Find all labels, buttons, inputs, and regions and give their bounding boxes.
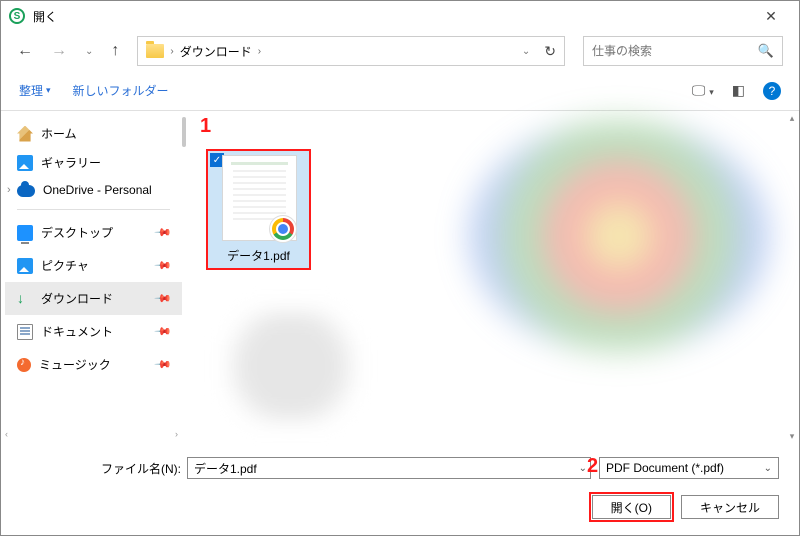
window-title: 開く: [33, 8, 751, 25]
filename-input[interactable]: [187, 457, 591, 479]
filename-label: ファイル名(N):: [101, 460, 181, 477]
close-button[interactable]: ✕: [751, 2, 791, 30]
pin-icon: 📌: [154, 355, 173, 374]
open-button[interactable]: 開く(O): [592, 495, 671, 519]
sidebar-item-label: デスクトップ: [41, 224, 113, 241]
refresh-button[interactable]: ↻: [544, 43, 556, 60]
sidebar-item-label: ピクチャ: [41, 257, 89, 274]
sidebar-item-gallery[interactable]: ギャラリー: [5, 148, 182, 177]
view-mode-button[interactable]: 🖵 ▾: [692, 82, 714, 99]
gallery-icon: [17, 155, 33, 171]
pin-icon: 📌: [154, 322, 173, 341]
file-type-select[interactable]: PDF Document (*.pdf) ⌄: [599, 457, 779, 479]
sidebar-item-pictures[interactable]: ピクチャ 📌: [5, 249, 182, 282]
search-box[interactable]: 🔍: [583, 36, 783, 66]
pin-icon: 📌: [154, 256, 173, 275]
sidebar: ホーム ギャラリー OneDrive - Personal デスクトップ 📌 ピ…: [1, 111, 186, 443]
sidebar-item-desktop[interactable]: デスクトップ 📌: [5, 216, 182, 249]
sidebar-item-label: ドキュメント: [41, 323, 113, 340]
folder-icon: [146, 44, 164, 58]
toolbar: 整理 ▾ 新しいフォルダー 🖵 ▾ ◧ ?: [1, 71, 799, 111]
home-icon: [17, 126, 33, 142]
chrome-badge-icon: [269, 215, 297, 243]
breadcrumb-separator: ›: [170, 46, 173, 57]
up-button[interactable]: ↑: [111, 42, 119, 60]
sidebar-item-music[interactable]: ミュージック 📌: [5, 348, 182, 381]
organize-menu[interactable]: 整理 ▾: [19, 82, 51, 99]
file-item-selected[interactable]: ✓ データ1.pdf: [206, 149, 311, 270]
onedrive-icon: [17, 185, 35, 197]
breadcrumb-folder[interactable]: ダウンロード: [180, 43, 252, 60]
help-button[interactable]: ?: [763, 82, 781, 100]
search-input[interactable]: [592, 44, 750, 58]
pin-icon: 📌: [154, 223, 173, 242]
navbar: ← → ⌄ ↑ › ダウンロード › ⌄ ↻ 🔍: [1, 31, 799, 71]
cancel-button[interactable]: キャンセル: [681, 495, 779, 519]
history-dropdown[interactable]: ⌄: [85, 46, 93, 57]
sidebar-item-onedrive[interactable]: OneDrive - Personal: [5, 177, 182, 203]
annotation-2: 2: [587, 455, 598, 478]
search-icon[interactable]: 🔍: [758, 43, 774, 59]
dialog-footer: ファイル名(N): ⌄ 2 PDF Document (*.pdf) ⌄ 開く(…: [1, 443, 799, 533]
file-name-label: データ1.pdf: [208, 241, 309, 268]
sidebar-item-downloads[interactable]: ↓ ダウンロード 📌: [5, 282, 182, 315]
main-area: ホーム ギャラリー OneDrive - Personal デスクトップ 📌 ピ…: [1, 111, 799, 443]
blurred-content: [226, 311, 356, 421]
sidebar-item-label: ダウンロード: [41, 290, 113, 307]
pictures-icon: [17, 258, 33, 274]
chevron-down-icon: ⌄: [764, 463, 772, 474]
breadcrumb-separator: ›: [258, 46, 261, 57]
sidebar-item-label: ホーム: [41, 125, 77, 142]
sidebar-divider: [17, 209, 170, 210]
forward-button[interactable]: →: [51, 42, 67, 60]
download-icon: ↓: [17, 291, 33, 307]
file-type-label: PDF Document (*.pdf): [606, 461, 724, 475]
titlebar: S 開く ✕: [1, 1, 799, 31]
sidebar-item-label: ギャラリー: [41, 154, 101, 171]
sidebar-item-label: OneDrive - Personal: [43, 183, 152, 197]
annotation-1: 1: [200, 115, 211, 138]
app-icon: S: [9, 8, 25, 24]
sidebar-item-home[interactable]: ホーム: [5, 119, 182, 148]
music-icon: [17, 358, 31, 372]
desktop-icon: [17, 225, 33, 241]
address-bar[interactable]: › ダウンロード › ⌄ ↻: [137, 36, 565, 66]
sidebar-item-label: ミュージック: [39, 356, 111, 373]
preview-pane-button[interactable]: ◧: [732, 82, 745, 99]
content-scrollbar[interactable]: ▴▾: [785, 111, 799, 443]
file-list[interactable]: 1 ✓ データ1.pdf ▴▾: [186, 111, 799, 443]
sidebar-item-documents[interactable]: ドキュメント 📌: [5, 315, 182, 348]
blurred-content: [469, 121, 769, 351]
sidebar-scrollbar[interactable]: ‹›: [5, 429, 178, 443]
pin-icon: 📌: [154, 289, 173, 308]
new-folder-button[interactable]: 新しいフォルダー: [73, 82, 169, 99]
document-icon: [17, 324, 33, 340]
back-button[interactable]: ←: [17, 42, 33, 60]
address-dropdown[interactable]: ⌄: [522, 46, 530, 57]
